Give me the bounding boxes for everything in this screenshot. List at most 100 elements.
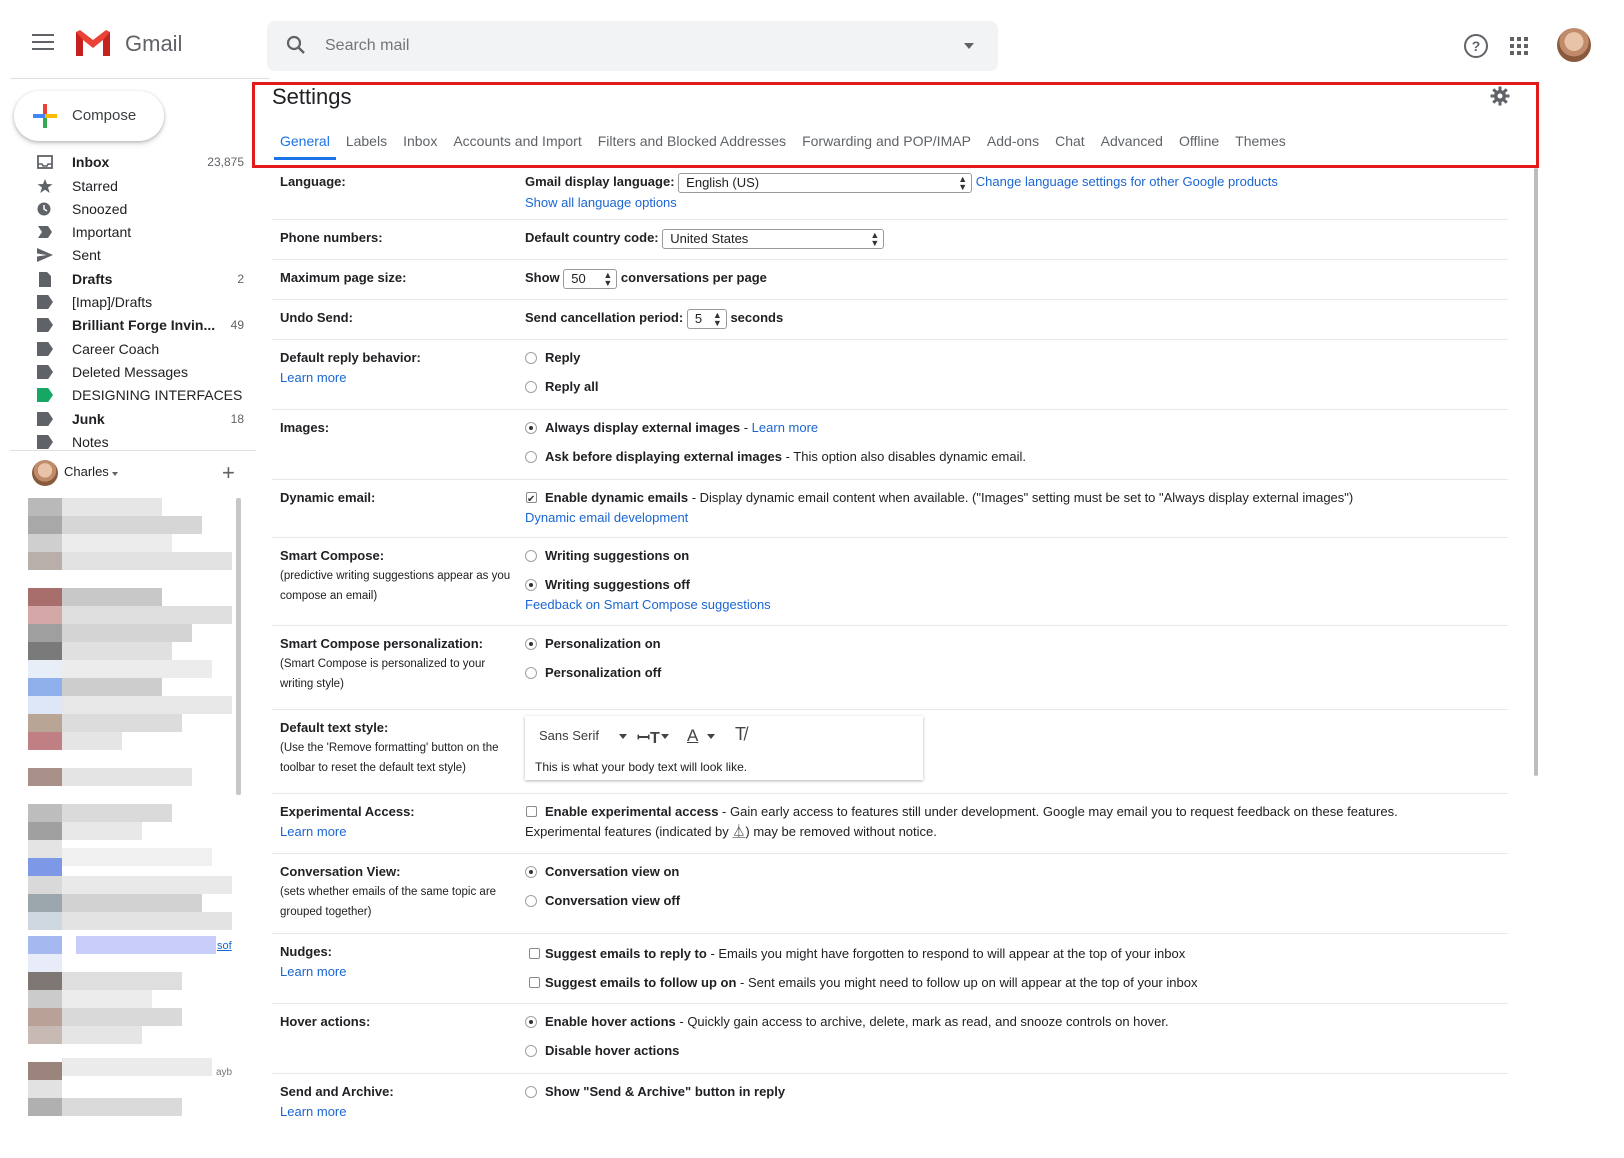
nav-item-starred[interactable]: Starred: [30, 176, 258, 198]
nav-item-brilliant-forge[interactable]: Brilliant Forge Invin... 49: [30, 315, 258, 337]
remove-formatting-icon[interactable]: T̸: [735, 724, 746, 745]
tab-general[interactable]: General: [272, 130, 338, 160]
checkbox[interactable]: [526, 806, 537, 817]
nav-item-junk[interactable]: Junk 18: [30, 409, 258, 431]
experimental-access-option[interactable]: Enable experimental access - Gain early …: [525, 802, 1505, 822]
chevron-down-icon[interactable]: [112, 472, 118, 476]
font-family-select[interactable]: Sans Serif: [539, 728, 599, 743]
conversation-view-on-option[interactable]: Conversation view on: [525, 862, 1505, 891]
undo-period-select[interactable]: 5 ▲ ▼: [686, 308, 727, 329]
show-send-archive-option[interactable]: Show "Send & Archive" button in reply: [525, 1082, 1505, 1111]
nav-item-snoozed[interactable]: Snoozed: [30, 199, 258, 221]
label-icon: [37, 412, 53, 426]
search-icon[interactable]: [285, 34, 307, 56]
radio-button[interactable]: [525, 1045, 537, 1057]
suggest-reply-option[interactable]: Suggest emails to reply to - Emails you …: [525, 944, 1505, 973]
setting-label: Nudges: Learn more: [280, 942, 520, 982]
learn-more-link[interactable]: Learn more: [752, 420, 818, 435]
tab-advanced[interactable]: Advanced: [1093, 130, 1171, 160]
writing-suggestions-off-option[interactable]: Writing suggestions off: [525, 575, 1505, 595]
search-bar[interactable]: [267, 21, 998, 71]
checkbox[interactable]: [529, 977, 540, 988]
reply-option[interactable]: Reply: [525, 348, 1505, 377]
checkbox[interactable]: [526, 490, 537, 510]
main-scrollbar[interactable]: [1534, 168, 1538, 776]
page-size-select[interactable]: 50 ▲ ▼: [563, 268, 618, 289]
nav-item-inbox[interactable]: Inbox 23,875: [30, 152, 258, 174]
language-select[interactable]: English (US) ▲ ▼: [678, 172, 973, 193]
radio-button[interactable]: [525, 667, 537, 679]
radio-button[interactable]: [525, 638, 537, 650]
country-code-select[interactable]: United States ▲ ▼: [662, 228, 885, 249]
reply-all-option[interactable]: Reply all: [525, 377, 1505, 406]
hangouts-user[interactable]: Charles +: [30, 460, 260, 488]
sidebar-scrollbar[interactable]: [236, 498, 241, 795]
setting-label: Phone numbers:: [280, 228, 520, 248]
conversation-view-off-option[interactable]: Conversation view off: [525, 891, 1505, 920]
nav-item-sent[interactable]: Sent: [30, 245, 258, 267]
tab-themes[interactable]: Themes: [1227, 130, 1294, 160]
search-options-icon[interactable]: [964, 43, 974, 49]
add-contact-icon[interactable]: +: [222, 460, 235, 486]
text-color-icon[interactable]: A: [687, 726, 698, 746]
nav-item-important[interactable]: Important: [30, 222, 258, 244]
checkbox[interactable]: [529, 948, 540, 959]
tab-chat[interactable]: Chat: [1047, 130, 1093, 160]
learn-more-link[interactable]: Learn more: [280, 824, 346, 839]
radio-button[interactable]: [525, 352, 537, 364]
tab-labels[interactable]: Labels: [338, 130, 395, 160]
chevron-down-icon[interactable]: [661, 734, 669, 739]
tab-inbox[interactable]: Inbox: [395, 130, 445, 160]
compose-button[interactable]: Compose: [14, 91, 164, 141]
nav-item-career-coach[interactable]: Career Coach: [30, 339, 258, 361]
radio-button[interactable]: [525, 381, 537, 393]
font-dropdown-icon[interactable]: [619, 734, 627, 739]
learn-more-link[interactable]: Learn more: [280, 370, 346, 385]
radio-button[interactable]: [525, 422, 537, 434]
ask-before-images-option[interactable]: Ask before displaying external images - …: [525, 447, 1505, 476]
tab-forwarding[interactable]: Forwarding and POP/IMAP: [794, 130, 979, 160]
nav-item-imap-drafts[interactable]: [Imap]/Drafts: [30, 292, 258, 314]
radio-button[interactable]: [525, 579, 537, 591]
google-apps-icon[interactable]: [1510, 37, 1528, 55]
learn-more-link[interactable]: Learn more: [280, 964, 346, 979]
chevron-down-icon[interactable]: [707, 734, 715, 739]
personalization-on-option[interactable]: Personalization on: [525, 634, 1505, 663]
show-all-languages-link[interactable]: Show all language options: [525, 195, 677, 210]
search-input[interactable]: [323, 33, 883, 59]
learn-more-link[interactable]: Learn more: [280, 1104, 346, 1119]
nav-item-drafts[interactable]: Drafts 2: [30, 269, 258, 291]
radio-button[interactable]: [525, 550, 537, 562]
suggest-follow-up-option[interactable]: Suggest emails to follow up on - Sent em…: [525, 973, 1505, 1002]
radio-button[interactable]: [525, 1086, 537, 1098]
always-display-images-option[interactable]: Always display external images - Learn m…: [525, 418, 1505, 447]
tab-accounts-and-import[interactable]: Accounts and Import: [445, 130, 589, 160]
tab-add-ons[interactable]: Add-ons: [979, 130, 1047, 160]
radio-button[interactable]: [525, 451, 537, 463]
smart-compose-feedback-link[interactable]: Feedback on Smart Compose suggestions: [525, 597, 771, 612]
label-icon: [37, 318, 53, 332]
nav-item-deleted-messages[interactable]: Deleted Messages: [30, 362, 258, 384]
account-avatar[interactable]: [1557, 28, 1591, 62]
dynamic-email-dev-link[interactable]: Dynamic email development: [525, 510, 688, 525]
radio-button[interactable]: [525, 1016, 537, 1028]
gmail-logo-icon[interactable]: [74, 28, 112, 58]
writing-suggestions-on-option[interactable]: Writing suggestions on: [525, 546, 1505, 575]
setting-body: Enable experimental access - Gain early …: [525, 802, 1505, 842]
tab-filters[interactable]: Filters and Blocked Addresses: [590, 130, 794, 160]
personalization-off-option[interactable]: Personalization off: [525, 663, 1505, 692]
change-language-link[interactable]: Change language settings for other Googl…: [976, 174, 1278, 189]
radio-button[interactable]: [525, 895, 537, 907]
nav-item-designing-interfaces[interactable]: DESIGNING INTERFACES: [30, 385, 258, 407]
setting-experimental-access: Experimental Access: Learn more Enable ex…: [272, 794, 1508, 854]
radio-button[interactable]: [525, 866, 537, 878]
tab-offline[interactable]: Offline: [1171, 130, 1227, 160]
disable-hover-actions-option[interactable]: Disable hover actions: [525, 1041, 1505, 1070]
help-icon[interactable]: ?: [1464, 34, 1488, 58]
main-menu-icon[interactable]: [32, 34, 54, 52]
gear-icon[interactable]: [1490, 86, 1510, 106]
gmail-wordmark[interactable]: Gmail: [125, 31, 182, 57]
font-size-icon[interactable]: ꟷT: [637, 726, 660, 748]
enable-hover-actions-option[interactable]: Enable hover actions - Quickly gain acce…: [525, 1012, 1505, 1041]
enable-dynamic-email-option[interactable]: Enable dynamic emails - Display dynamic …: [525, 488, 1505, 510]
